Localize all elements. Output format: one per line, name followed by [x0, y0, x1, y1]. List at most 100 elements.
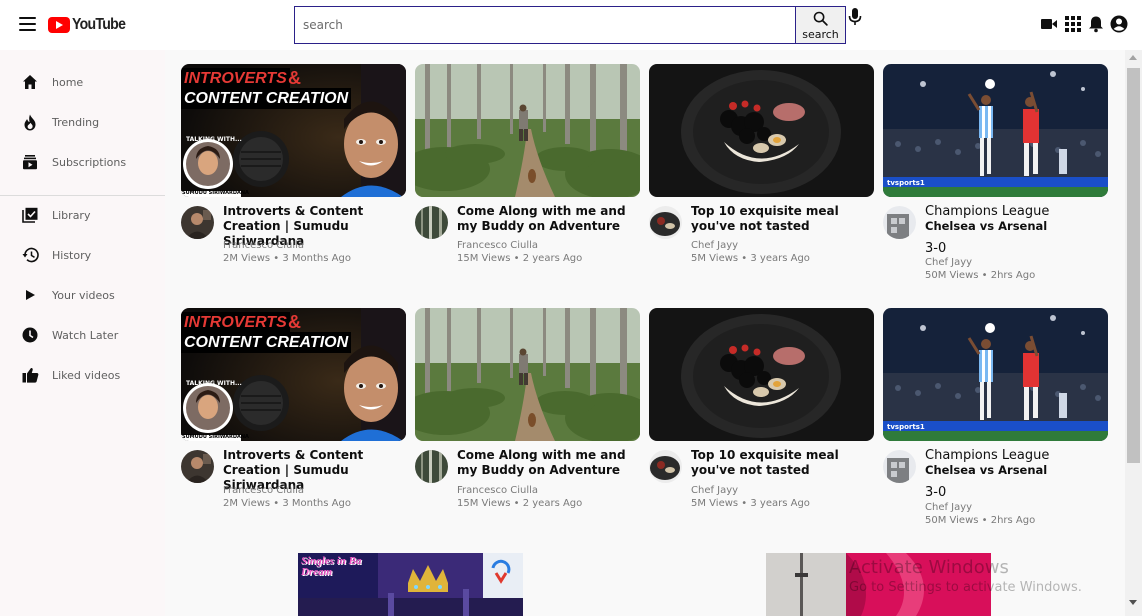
- video-title[interactable]: Top 10 exquisite meal you've not tasted: [691, 204, 874, 234]
- sidebar-item-liked-videos[interactable]: Liked videos: [0, 360, 165, 390]
- channel-name[interactable]: Francesco Ciulla: [223, 240, 304, 251]
- history-icon: [21, 246, 39, 264]
- video-meta: 15M Views • 2 years Ago: [457, 498, 583, 509]
- channel-avatar[interactable]: [883, 206, 916, 239]
- channel-name[interactable]: Chef Jayy: [925, 502, 972, 513]
- sidebar-divider: [0, 195, 165, 196]
- youtube-play-icon: [48, 17, 70, 33]
- video-title[interactable]: Champions League Chelsea vs Arsenal: [925, 448, 1108, 478]
- video-meta: 15M Views • 2 years Ago: [457, 253, 583, 264]
- channel-name[interactable]: Francesco Ciulla: [457, 240, 538, 251]
- thumbnail-text: TALKING WITH...: [186, 380, 242, 387]
- video-thumbnail[interactable]: INTROVERTS & CONTENT CREATION TALKING WI…: [181, 64, 406, 197]
- thumbnail-text: INTROVERTS: [184, 314, 287, 331]
- logo-text: YouTube: [72, 16, 126, 33]
- video-title[interactable]: Top 10 exquisite meal you've not tasted: [691, 448, 874, 478]
- video-meta: 5M Views • 3 years Ago: [691, 498, 810, 509]
- video-thumbnail[interactable]: [415, 64, 640, 197]
- library-icon: [21, 206, 39, 224]
- sidebar-item-watch-later[interactable]: Watch Later: [0, 320, 165, 350]
- sidebar-item-label: Subscriptions: [52, 155, 127, 169]
- channel-name[interactable]: Chef Jayy: [691, 240, 738, 251]
- sidebar-item-label: Liked videos: [52, 368, 121, 382]
- match-score: 3-0: [925, 485, 947, 500]
- clock-icon: [21, 326, 39, 344]
- account-icon[interactable]: [1110, 15, 1128, 33]
- channel-avatar[interactable]: [181, 206, 214, 239]
- video-title-sub: Chelsea vs Arsenal: [925, 463, 1048, 477]
- video-thumbnail[interactable]: [649, 64, 874, 197]
- video-thumbnail[interactable]: INTROVERTS & CONTENT CREATION TALKING WI…: [181, 308, 406, 441]
- apps-grid-icon[interactable]: [1064, 15, 1082, 33]
- thumbnail-text: TALKING WITH...: [186, 136, 242, 143]
- channel-avatar[interactable]: [415, 206, 448, 239]
- top-bar: YouTube search: [0, 0, 1142, 50]
- video-meta: 50M Views • 2hrs Ago: [925, 270, 1036, 281]
- ad-banner-text: Singles in Ba Dream: [301, 555, 362, 578]
- channel-avatar[interactable]: [415, 450, 448, 483]
- thumbnail-text: INTROVERTS: [184, 70, 287, 87]
- home-icon: [21, 73, 39, 91]
- sidebar-item-label: History: [52, 248, 92, 262]
- sidebar-item-library[interactable]: Library: [0, 200, 165, 230]
- channel-name[interactable]: Francesco Ciulla: [457, 485, 538, 496]
- sidebar-item-label: Watch Later: [52, 328, 119, 342]
- thumbnail-text: CONTENT CREATION: [184, 334, 349, 351]
- search-button-label: search: [802, 28, 839, 41]
- thumbs-up-icon: [21, 366, 39, 384]
- ad-banner-right[interactable]: [766, 553, 991, 616]
- video-title[interactable]: Come Along with me and my Buddy on Adven…: [457, 448, 640, 478]
- scrollbar-thumb[interactable]: [1127, 68, 1140, 463]
- thumbnail-text: tvsports1: [887, 179, 925, 187]
- video-meta: 2M Views • 3 Months Ago: [223, 253, 351, 264]
- video-title-main: Champions League: [925, 204, 1050, 219]
- channel-name[interactable]: Francesco Ciulla: [223, 485, 304, 496]
- channel-avatar[interactable]: [181, 450, 214, 483]
- scroll-up-arrow-icon[interactable]: [1129, 55, 1137, 60]
- video-meta: 5M Views • 3 years Ago: [691, 253, 810, 264]
- sidebar-item-label: home: [52, 75, 84, 89]
- sidebar-item-label: Your videos: [52, 288, 115, 302]
- menu-icon[interactable]: [19, 17, 36, 31]
- ad-banner-left[interactable]: Singles in Ba Dream: [298, 553, 523, 616]
- youtube-logo[interactable]: YouTube: [48, 14, 132, 36]
- scroll-down-arrow-icon[interactable]: [1129, 600, 1137, 605]
- thumbnail-text: tvsports1: [887, 423, 925, 431]
- video-meta: 50M Views • 2hrs Ago: [925, 515, 1036, 526]
- search-button[interactable]: search: [795, 6, 846, 44]
- search-icon: [813, 11, 828, 26]
- sidebar-item-trending[interactable]: Trending: [0, 107, 165, 137]
- sidebar-item-home[interactable]: home: [0, 67, 165, 97]
- thumbnail-text: CONTENT CREATION: [184, 90, 349, 107]
- sidebar-item-subscriptions[interactable]: Subscriptions: [0, 147, 165, 177]
- thumbnail-text: SUMUDU SIRIWARDANA: [182, 190, 249, 196]
- sidebar-item-your-videos[interactable]: Your videos: [0, 280, 165, 310]
- search-input[interactable]: [294, 6, 796, 44]
- video-meta: 2M Views • 3 Months Ago: [223, 498, 351, 509]
- video-thumbnail[interactable]: tvsports1: [883, 64, 1108, 197]
- match-score: 3-0: [925, 241, 947, 256]
- video-thumbnail[interactable]: [415, 308, 640, 441]
- channel-avatar[interactable]: [883, 450, 916, 483]
- sidebar-item-history[interactable]: History: [0, 240, 165, 270]
- bell-icon[interactable]: [1087, 15, 1105, 33]
- fire-icon: [21, 113, 39, 131]
- play-icon: [21, 286, 39, 304]
- sidebar-item-label: Library: [52, 208, 91, 222]
- video-title-sub: Chelsea vs Arsenal: [925, 219, 1048, 233]
- channel-name[interactable]: Chef Jayy: [925, 257, 972, 268]
- video-title[interactable]: Champions League Chelsea vs Arsenal: [925, 204, 1108, 234]
- video-title[interactable]: Come Along with me and my Buddy on Adven…: [457, 204, 640, 234]
- thumbnail-text: SUMUDU SIRIWARDANA: [182, 434, 249, 440]
- microphone-icon[interactable]: [848, 8, 862, 26]
- sidebar: home Trending Subscriptions Library Hist…: [0, 50, 165, 616]
- channel-avatar[interactable]: [649, 206, 682, 239]
- channel-name[interactable]: Chef Jayy: [691, 485, 738, 496]
- subscriptions-icon: [21, 153, 39, 171]
- video-title-main: Champions League: [925, 448, 1050, 463]
- video-thumbnail[interactable]: tvsports1: [883, 308, 1108, 441]
- sidebar-item-label: Trending: [52, 115, 100, 129]
- channel-avatar[interactable]: [649, 450, 682, 483]
- video-camera-icon[interactable]: [1040, 15, 1058, 33]
- video-thumbnail[interactable]: [649, 308, 874, 441]
